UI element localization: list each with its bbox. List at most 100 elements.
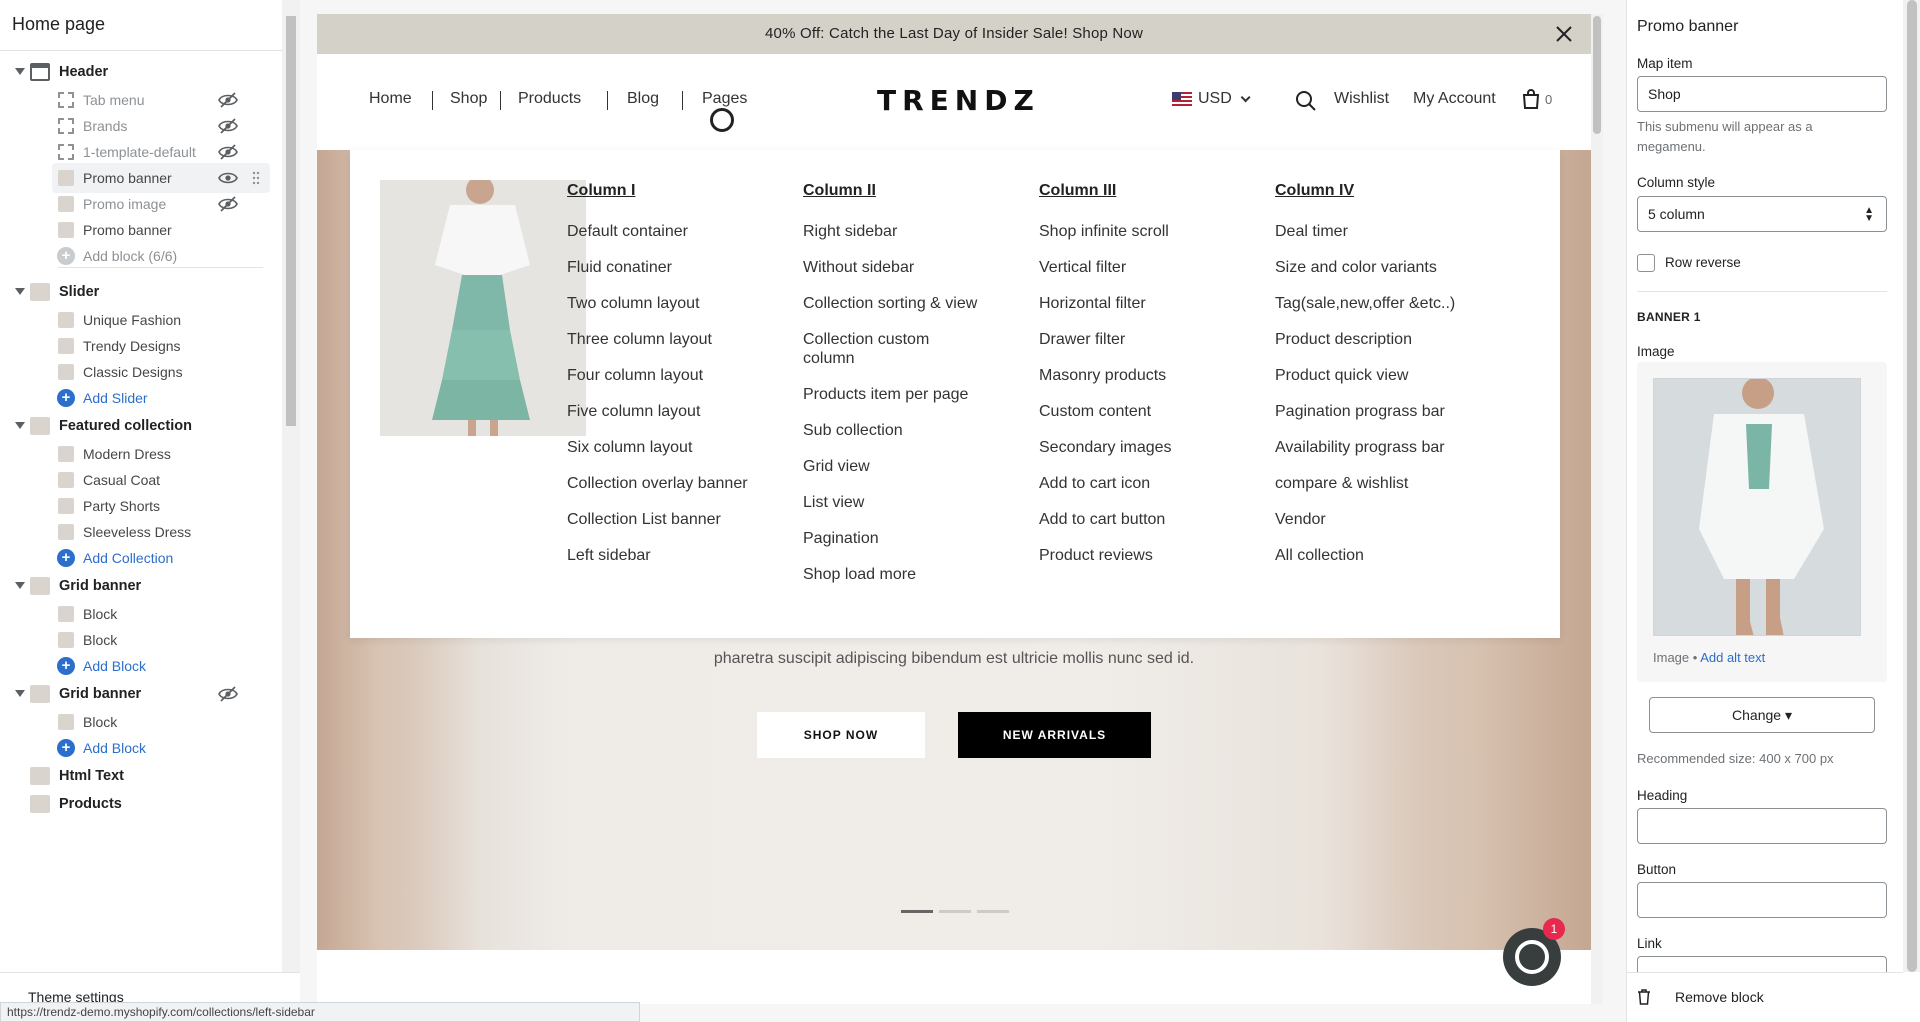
mega-menu-link[interactable]: Masonry products [1039, 366, 1269, 385]
slider-dot[interactable] [977, 910, 1009, 913]
mega-menu-link[interactable]: Grid view [803, 457, 1033, 476]
wishlist-link[interactable]: Wishlist [1334, 90, 1389, 108]
caret-down-icon[interactable] [15, 582, 25, 589]
heading-input[interactable] [1637, 808, 1887, 844]
mega-menu-link[interactable]: Vendor [1275, 510, 1505, 529]
mega-menu-link[interactable]: All collection [1275, 546, 1505, 565]
mega-menu-link[interactable]: Custom content [1039, 402, 1269, 421]
sidebar-scrollbar[interactable] [282, 0, 300, 972]
nav-shop[interactable]: Shop [450, 90, 487, 108]
search-icon[interactable] [1295, 90, 1317, 112]
mega-menu-link[interactable]: Secondary images [1039, 438, 1269, 457]
eye-slash-icon[interactable] [218, 92, 238, 108]
caret-down-icon[interactable] [15, 422, 25, 429]
add-block-button[interactable]: + Add Collection [0, 543, 270, 573]
mega-menu-link[interactable]: Horizontal filter [1039, 294, 1269, 313]
mega-menu-link[interactable]: List view [803, 493, 1033, 512]
mega-menu-link[interactable]: Product quick view [1275, 366, 1505, 385]
my-account-link[interactable]: My Account [1413, 90, 1496, 108]
section-featured-collection[interactable]: Featured collection [0, 411, 270, 441]
column-style-select[interactable]: 5 column ▲ ▼ [1637, 196, 1887, 232]
caret-down-icon[interactable] [15, 690, 25, 697]
mega-menu-link[interactable]: Collection overlay banner [567, 474, 797, 493]
shopping-bag-icon[interactable] [1521, 88, 1541, 110]
nav-blog[interactable]: Blog [627, 90, 659, 108]
drag-handle-icon[interactable] [252, 171, 260, 185]
mega-menu-link[interactable]: Add to cart icon [1039, 474, 1269, 493]
mega-menu-link[interactable]: Five column layout [567, 402, 797, 421]
map-item-input[interactable]: Shop [1637, 76, 1887, 112]
currency-selector[interactable]: USD [1172, 90, 1251, 108]
mega-menu-link[interactable]: Drawer filter [1039, 330, 1269, 349]
mega-menu-link[interactable]: Availability prograss bar [1275, 438, 1505, 457]
mega-menu-link[interactable]: Vertical filter [1039, 258, 1269, 277]
new-arrivals-button[interactable]: NEW ARRIVALS [958, 712, 1151, 758]
eye-slash-icon[interactable] [218, 196, 238, 212]
slider-dot[interactable] [939, 910, 971, 913]
store-logo[interactable]: TRENDZ [877, 84, 1040, 117]
nav-products[interactable]: Products [518, 90, 581, 108]
mega-menu-link[interactable]: Three column layout [567, 330, 797, 349]
mega-menu-link[interactable]: Right sidebar [803, 222, 1033, 241]
mega-menu-link[interactable]: Default container [567, 222, 797, 241]
mega-menu-link[interactable]: Four column layout [567, 366, 797, 385]
mega-menu-link[interactable]: Shop load more [803, 565, 1033, 584]
panel-scrollbar[interactable] [1903, 0, 1920, 972]
scrollbar-thumb[interactable] [286, 16, 296, 426]
add-block-button[interactable]: + Add Slider [0, 383, 270, 413]
mega-menu-link[interactable]: Collection custom column [803, 330, 963, 368]
section-grid-banner[interactable]: Grid banner [0, 679, 270, 709]
mega-menu-link[interactable]: Deal timer [1275, 222, 1505, 241]
mega-menu-link[interactable]: Two column layout [567, 294, 797, 313]
mega-menu-link[interactable]: Without sidebar [803, 258, 1033, 277]
shop-now-button[interactable]: SHOP NOW [757, 712, 925, 758]
slider-dot[interactable] [901, 910, 933, 913]
mega-menu-link[interactable]: Shop infinite scroll [1039, 222, 1269, 241]
mega-menu-link[interactable]: Products item per page [803, 385, 1033, 404]
add-block-button[interactable]: + Add Block [0, 651, 270, 681]
add-alt-text-link[interactable]: Add alt text [1700, 650, 1765, 665]
mega-menu-link[interactable]: Tag(sale,new,offer &etc..) [1275, 294, 1505, 313]
chat-widget-button[interactable]: 1 [1503, 918, 1565, 986]
eye-slash-icon[interactable] [218, 144, 238, 160]
mega-menu-link[interactable]: Size and color variants [1275, 258, 1505, 277]
announcement-bar[interactable]: 40% Off: Catch the Last Day of Insider S… [317, 14, 1591, 54]
eye-slash-icon[interactable] [218, 686, 238, 702]
eye-slash-icon[interactable] [218, 118, 238, 134]
scrollbar-thumb[interactable] [1593, 16, 1601, 134]
button-input[interactable] [1637, 882, 1887, 918]
change-image-button[interactable]: Change ▾ [1649, 697, 1875, 733]
nav-pages[interactable]: Pages [702, 90, 747, 108]
caret-down-icon[interactable] [15, 288, 25, 295]
mega-column-title[interactable]: Column IV [1275, 182, 1505, 200]
mega-menu-link[interactable]: Collection sorting & view [803, 294, 1033, 313]
caret-down-icon[interactable] [15, 68, 25, 75]
mega-menu-link[interactable]: Sub collection [803, 421, 1033, 440]
mega-column-title[interactable]: Column II [803, 182, 1033, 200]
mega-menu-link[interactable]: Left sidebar [567, 546, 797, 565]
banner-image-thumbnail[interactable] [1653, 378, 1861, 636]
preview-scrollbar[interactable] [1591, 14, 1603, 1004]
close-icon[interactable] [1553, 23, 1575, 45]
mega-menu-link[interactable]: Fluid conatiner [567, 258, 797, 277]
eye-icon[interactable] [218, 170, 238, 186]
mega-menu-link[interactable]: Collection List banner [567, 510, 797, 529]
mega-menu-link[interactable]: compare & wishlist [1275, 474, 1505, 493]
section-slider[interactable]: Slider [0, 277, 270, 307]
scrollbar-thumb[interactable] [1907, 0, 1917, 972]
mega-menu-link[interactable]: Product description [1275, 330, 1505, 349]
add-block-button[interactable]: + Add Block [0, 733, 270, 763]
section-products[interactable]: Products [0, 789, 270, 819]
mega-menu-link[interactable]: Product reviews [1039, 546, 1269, 565]
mega-column-title[interactable]: Column I [567, 182, 797, 200]
section-grid-banner[interactable]: Grid banner [0, 571, 270, 601]
nav-home[interactable]: Home [369, 90, 412, 108]
mega-column-title[interactable]: Column III [1039, 182, 1269, 200]
remove-block-button[interactable]: Remove block [1627, 972, 1903, 1022]
row-reverse-checkbox[interactable] [1637, 254, 1655, 272]
section-html-text[interactable]: Html Text [0, 761, 270, 791]
mega-menu-link[interactable]: Pagination [803, 529, 1033, 548]
promo-banner-image[interactable] [380, 180, 586, 436]
section-header[interactable]: Header [0, 57, 270, 87]
mega-menu-link[interactable]: Pagination prograss bar [1275, 402, 1505, 421]
